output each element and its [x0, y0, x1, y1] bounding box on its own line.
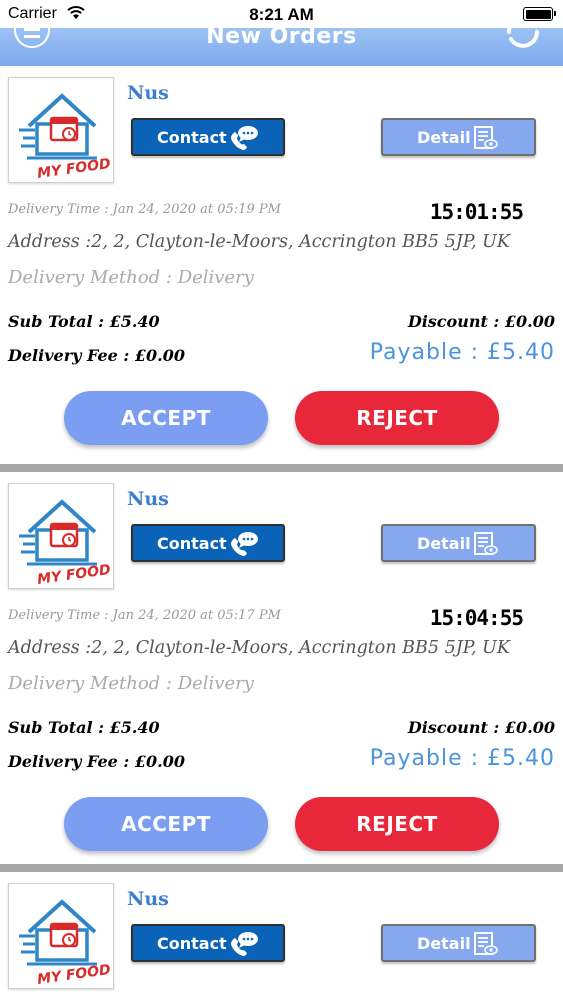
delivery-method: Delivery Method : Delivery	[8, 267, 254, 288]
status-bar: Carrier 8:21 AM	[0, 0, 563, 28]
svg-text:MY FOOD: MY FOOD	[36, 962, 111, 988]
customer-name: Nus	[127, 82, 169, 104]
document-view-icon	[472, 532, 498, 560]
accept-button[interactable]: ACCEPT	[64, 797, 268, 851]
contact-label: Contact	[157, 533, 227, 553]
document-view-icon	[472, 126, 498, 154]
payable-amount: Payable : £5.40	[369, 340, 555, 365]
svg-text:MY FOOD: MY FOOD	[36, 156, 111, 182]
detail-button[interactable]: Detail	[381, 118, 536, 156]
delivery-address: Address :2, 2, Clayton-le-Moors, Accring…	[8, 232, 510, 252]
nav-bar: New Orders	[0, 28, 563, 66]
detail-label: Detail	[417, 127, 471, 147]
svg-text:MY FOOD: MY FOOD	[36, 562, 111, 588]
accept-button[interactable]: ACCEPT	[64, 391, 268, 445]
customer-name: Nus	[127, 488, 169, 510]
order-timer: 15:04:55	[429, 606, 524, 630]
order-timer: 15:01:55	[429, 200, 524, 224]
discount: Discount : £0.00	[407, 312, 555, 331]
customer-name: Nus	[127, 888, 169, 910]
payable-amount: Payable : £5.40	[369, 746, 555, 771]
phone-chat-icon	[229, 931, 259, 961]
order-card: MY FOOD Nus Contact Detail	[0, 872, 563, 1000]
discount: Discount : £0.00	[407, 718, 555, 737]
restaurant-logo: MY FOOD	[8, 883, 114, 989]
detail-label: Detail	[417, 933, 471, 953]
restaurant-logo: MY FOOD	[8, 483, 114, 589]
detail-button[interactable]: Detail	[381, 524, 536, 562]
contact-label: Contact	[157, 933, 227, 953]
order-separator	[0, 864, 563, 872]
reject-button[interactable]: REJECT	[295, 797, 499, 851]
contact-button[interactable]: Contact	[131, 924, 285, 962]
contact-label: Contact	[157, 127, 227, 147]
detail-label: Detail	[417, 533, 471, 553]
page-title: New Orders	[206, 28, 357, 49]
order-card: MY FOOD Nus Contact Detail	[0, 66, 563, 464]
delivery-address: Address :2, 2, Clayton-le-Moors, Accring…	[8, 638, 510, 658]
order-separator	[0, 464, 563, 472]
delivery-time: Delivery Time : Jan 24, 2020 at 05:19 PM	[8, 202, 281, 217]
sub-total: Sub Total : £5.40	[8, 718, 160, 737]
phone-chat-icon	[229, 125, 259, 155]
refresh-icon[interactable]	[501, 28, 545, 58]
detail-button[interactable]: Detail	[381, 924, 536, 962]
delivery-method: Delivery Method : Delivery	[8, 673, 254, 694]
reject-button[interactable]: REJECT	[295, 391, 499, 445]
sub-total: Sub Total : £5.40	[8, 312, 160, 331]
orders-list[interactable]: MY FOOD Nus Contact Detail Delivery Time…	[0, 66, 563, 1000]
delivery-time: Delivery Time : Jan 24, 2020 at 05:17 PM	[8, 608, 281, 623]
battery-icon	[523, 7, 556, 21]
delivery-fee: Delivery Fee : £0.00	[8, 752, 185, 771]
contact-button[interactable]: Contact	[131, 118, 285, 156]
document-view-icon	[472, 932, 498, 960]
contact-button[interactable]: Contact	[131, 524, 285, 562]
clock: 8:21 AM	[249, 5, 314, 24]
delivery-fee: Delivery Fee : £0.00	[8, 346, 185, 365]
order-card: MY FOOD Nus Contact Detail	[0, 472, 563, 864]
restaurant-logo: MY FOOD	[8, 77, 114, 183]
phone-chat-icon	[229, 531, 259, 561]
